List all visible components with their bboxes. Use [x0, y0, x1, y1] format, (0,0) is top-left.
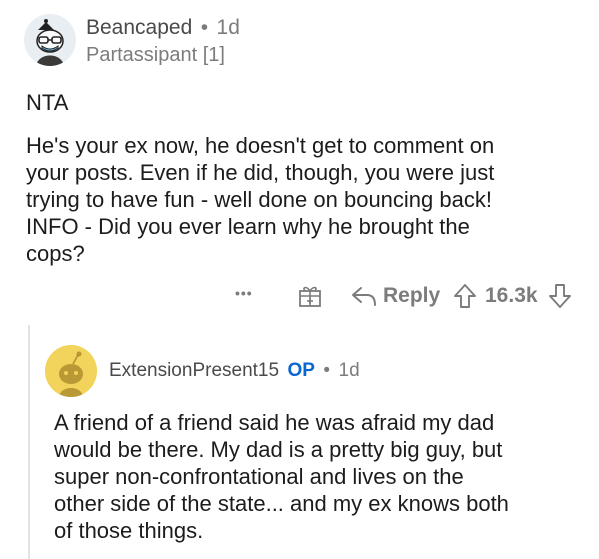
- reply-arrow-icon: [351, 285, 377, 307]
- downvote-arrow-icon[interactable]: [548, 283, 572, 309]
- comment-line: trying to have fun - well done on bounci…: [26, 187, 492, 212]
- reply-line: other side of the state... and my ex kno…: [54, 491, 509, 516]
- op-badge: OP: [287, 360, 315, 381]
- snoo-avatar-icon: [45, 345, 97, 397]
- vote-controls: 16.3k: [453, 283, 572, 309]
- thread-line[interactable]: [28, 325, 30, 559]
- meta-separator: •: [200, 16, 209, 39]
- comment-age: 1d: [216, 16, 240, 39]
- snoo-avatar-icon: [24, 14, 76, 66]
- reply-avatar[interactable]: [45, 345, 97, 397]
- reply-meta: ExtensionPresent15 OP • 1d: [109, 360, 360, 382]
- commenter-username[interactable]: Beancaped: [86, 16, 192, 39]
- meta-separator: •: [323, 360, 331, 381]
- comment-line: cops?: [26, 241, 85, 266]
- comment-body: He's your ex now, he doesn't get to comm…: [26, 132, 586, 267]
- vote-score: 16.3k: [485, 284, 538, 307]
- comment-line: He's your ex now, he doesn't get to comm…: [26, 133, 495, 158]
- award-gift-icon: [299, 286, 321, 307]
- comment-verdict: NTA: [26, 90, 69, 115]
- reply-button[interactable]: Reply: [351, 284, 440, 308]
- reply-age: 1d: [338, 360, 360, 381]
- more-options-button[interactable]: •••: [235, 285, 253, 301]
- user-flair: Partassipant [1]: [86, 44, 225, 66]
- more-options-icon: •••: [235, 285, 253, 301]
- reply-username[interactable]: ExtensionPresent15: [109, 360, 279, 381]
- give-award-button[interactable]: [297, 283, 323, 309]
- comment-line: your posts. Even if he did, though, you …: [26, 160, 495, 185]
- reply-body: A friend of a friend said he was afraid …: [54, 409, 594, 544]
- reply-label: Reply: [383, 284, 441, 307]
- reply-line: A friend of a friend said he was afraid …: [54, 410, 495, 435]
- upvote-arrow-icon[interactable]: [453, 283, 477, 309]
- reply-line: of those things.: [54, 518, 204, 543]
- comment-line: INFO - Did you ever learn why he brought…: [26, 214, 470, 239]
- reply-line: would be there. My dad is a pretty big g…: [54, 437, 503, 462]
- reply-line: super non-confrontational and lives on t…: [54, 464, 464, 489]
- comment-meta: Beancaped • 1d: [86, 16, 240, 40]
- commenter-avatar[interactable]: [24, 14, 76, 66]
